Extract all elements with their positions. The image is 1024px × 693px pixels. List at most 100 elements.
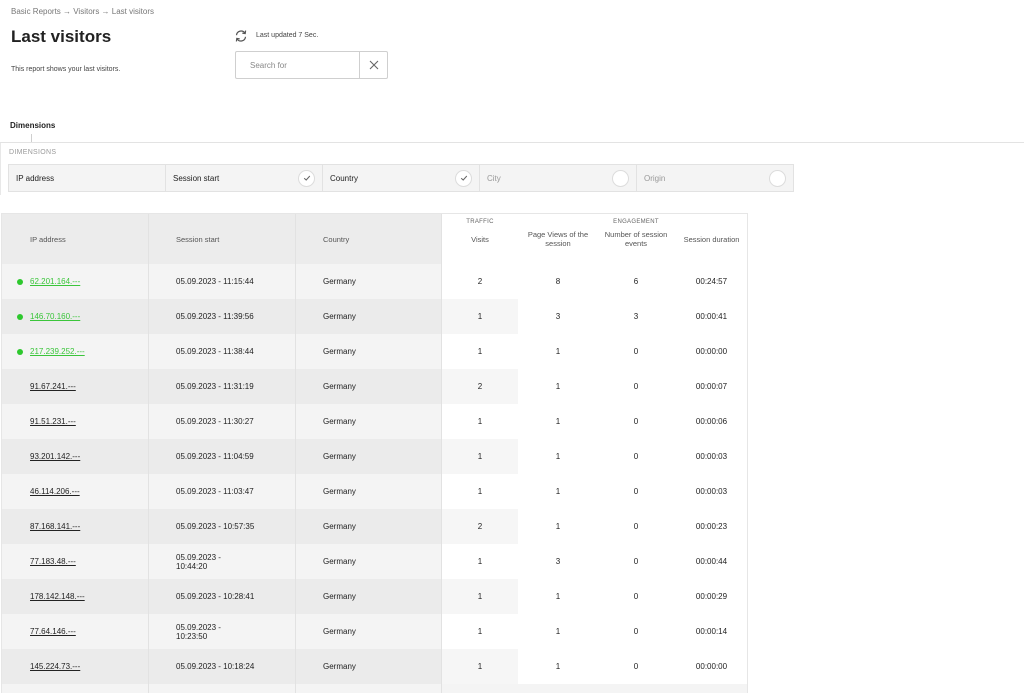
header-page-views[interactable]: Page Views of the session (518, 214, 598, 264)
cell-page-views: 1 (518, 404, 598, 439)
cell-value: 1 (555, 487, 561, 496)
online-status-dot (17, 279, 23, 285)
ip-address-link[interactable]: 91.67.241.--- (30, 382, 76, 391)
ip-address-link[interactable]: 217.239.252.--- (30, 347, 85, 356)
cell-page-views: 1 (518, 439, 598, 474)
table-row: 91.67.241.--- 05.09.2023 - 11:31:19 German… (2, 369, 747, 404)
cell-country: Germany (295, 544, 442, 579)
cell-page-views: 3 (518, 544, 598, 579)
cell-value: Germany (323, 312, 356, 321)
dimension-label: IP address (16, 173, 55, 183)
cell-value: 05.09.2023 - 10:57:35 (176, 522, 255, 531)
cell-value: 1 (555, 347, 561, 356)
cell-value: 1 (477, 627, 483, 636)
cell-events: 0 (598, 474, 674, 509)
cell-ip: 91.51.231.--- (2, 404, 148, 439)
ip-address-link[interactable]: 46.114.206.--- (30, 487, 80, 496)
cell-country: Germany (295, 334, 442, 369)
dimension-ip-address[interactable]: IP address (9, 165, 166, 191)
toggle-circle-icon[interactable] (769, 169, 786, 187)
ip-address-link[interactable]: 145.224.73.--- (30, 662, 80, 671)
cell-value: Germany (323, 487, 356, 496)
cell-value: Germany (323, 417, 356, 426)
check-icon[interactable] (298, 169, 315, 187)
cell-ip: 146.70.160.--- (2, 299, 148, 334)
cell-ip: 91.67.241.--- (2, 369, 148, 404)
cell-value: 0 (633, 557, 639, 566)
refresh-icon[interactable] (234, 29, 248, 43)
cell-country: Germany (295, 474, 442, 509)
dimensions-bar: IP address Session start Country City Origin (8, 164, 794, 192)
cell-value: Germany (323, 452, 356, 461)
cell-ip: 87.168.141.--- (2, 509, 148, 544)
cell-value: 05.09.2023 - 11:38:44 (176, 347, 254, 356)
cell-duration: 00:00:07 (674, 369, 747, 404)
cell-value: 05.09.2023 - 11:15:44 (176, 277, 254, 286)
cell-ip: 77.64.146.--- (2, 614, 148, 649)
cell-value: 00:00:07 (695, 382, 728, 391)
online-status-dot (17, 314, 23, 320)
cell-duration: 00:00:44 (674, 544, 747, 579)
cell-value: 05.09.2023 - 10:18:24 (176, 662, 255, 671)
cell-page-views: 1 (518, 614, 598, 649)
cell-session-start: 05.09.2023 - 10:23:50 (148, 614, 295, 649)
cell-value: 00:00:03 (695, 452, 728, 461)
cell-events: 0 (598, 334, 674, 369)
cell-value: 1 (477, 662, 483, 671)
cell-value: 1 (555, 592, 561, 601)
cell-events: 0 (598, 369, 674, 404)
ip-address-link[interactable]: 93.201.142.--- (30, 452, 80, 461)
dimensions-caption: DIMENSIONS (9, 149, 57, 156)
ip-address-link[interactable]: 77.183.48.--- (30, 557, 76, 566)
table-row: 178.142.148.--- 05.09.2023 - 10:28:41 Germ… (2, 579, 747, 614)
dimension-country[interactable]: Country (323, 165, 480, 191)
cell-value: 1 (555, 522, 561, 531)
ip-address-link[interactable]: 77.64.146.--- (30, 627, 76, 636)
tab-dimensions[interactable]: Dimensions (10, 121, 55, 130)
table-row: 62.201.164.--- 05.09.2023 - 11:15:44 Germa… (2, 264, 747, 299)
dimension-label: City (487, 173, 501, 183)
table-row: 87.168.141.--- 05.09.2023 - 10:57:35 Germa… (2, 509, 747, 544)
cell-value: 1 (477, 312, 483, 321)
check-icon[interactable] (455, 169, 472, 187)
cell-value: 1 (477, 592, 483, 601)
dimension-origin[interactable]: Origin (637, 165, 793, 191)
cell-duration: 00:24:57 (674, 264, 747, 299)
cell-value: 2 (477, 382, 483, 391)
cell-ip: 46.114.206.--- (2, 474, 148, 509)
search-input[interactable] (236, 52, 359, 78)
header-session-duration[interactable]: Session duration (674, 214, 747, 264)
cell-page-views: 1 (518, 474, 598, 509)
cell-visits: 1 (442, 474, 518, 509)
cell-value: 0 (633, 382, 639, 391)
cell-visits: 1 (442, 649, 518, 684)
table-row: 77.64.146.--- 05.09.2023 - 10:23:50 German… (2, 614, 747, 649)
cell-session-start: 05.09.2023 - 11:31:19 (148, 369, 295, 404)
cell-value: 1 (555, 417, 561, 426)
ip-address-link[interactable]: 91.51.231.--- (30, 417, 76, 426)
cell-value: 0 (633, 417, 639, 426)
toggle-circle-icon[interactable] (612, 169, 629, 187)
ip-address-link[interactable]: 146.70.160.--- (30, 312, 80, 321)
header-session-start[interactable]: Session start (148, 214, 295, 264)
header-country[interactable]: Country (295, 214, 442, 264)
cell-visits: 2 (442, 509, 518, 544)
ip-address-link[interactable]: 178.142.148.--- (30, 592, 85, 601)
cell-value: 2 (477, 522, 483, 531)
cell-visits: 1 (442, 614, 518, 649)
dimension-session-start[interactable]: Session start (166, 165, 323, 191)
dimension-label: Session start (173, 173, 220, 183)
cell-duration: 00:00:41 (674, 299, 747, 334)
ip-address-link[interactable]: 62.201.164.--- (30, 277, 80, 286)
cell-value: 00:00:14 (695, 627, 728, 636)
cell-value: 1 (555, 627, 561, 636)
cell-value: Germany (323, 662, 356, 671)
cell-ip: 93.201.142.--- (2, 439, 148, 474)
cell-value: 3 (633, 312, 639, 321)
header-ip-address[interactable]: IP address (2, 214, 148, 264)
cell-duration: 00:00:06 (674, 404, 747, 439)
breadcrumb[interactable]: Basic Reports → Visitors → Last visitors (11, 7, 154, 16)
dimension-city[interactable]: City (480, 165, 637, 191)
clear-search-button[interactable] (359, 52, 387, 78)
ip-address-link[interactable]: 87.168.141.--- (30, 522, 80, 531)
